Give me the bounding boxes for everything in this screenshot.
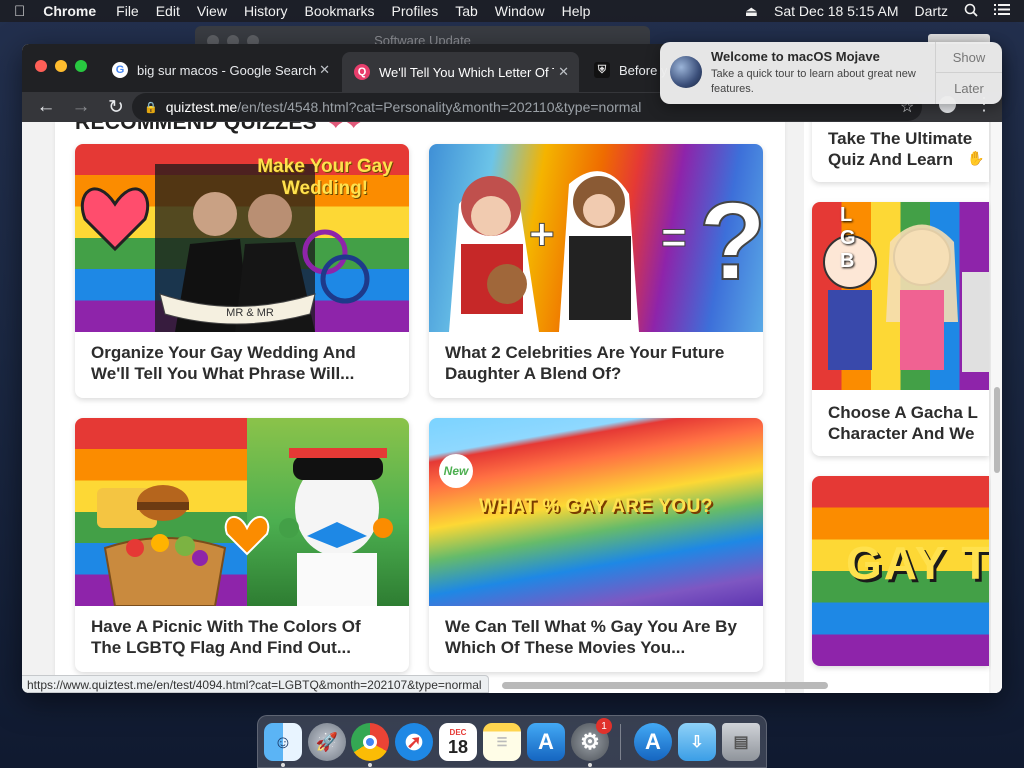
link-status-bar: https://www.quiztest.me/en/test/4094.htm… [22, 675, 489, 693]
menu-profiles[interactable]: Profiles [392, 3, 439, 19]
quiz-card-celebrity-daughter[interactable]: + = ? What 2 Celebrities Are Your Future… [429, 144, 763, 398]
quiz-card-gay-wedding[interactable]: Make Your Gay Wedding! MR & MR Organize … [75, 144, 409, 398]
sidebar-card-title-line2: Quiz And Learn [828, 150, 953, 169]
chrome-icon[interactable] [351, 723, 389, 761]
quiz-card-title: What 2 Celebrities Are Your Future Daugh… [445, 343, 725, 383]
quiz-thumbnail: Make Your Gay Wedding! MR & MR [75, 144, 409, 332]
apple-icon[interactable]:  [14, 3, 25, 20]
banner-caption: MR & MR [226, 307, 274, 319]
notification-title: Welcome to macOS Mojave [711, 49, 880, 64]
menu-view[interactable]: View [197, 3, 227, 19]
section-heading: RECOMMEND QUIZZES ❤❤ [75, 122, 363, 135]
vertical-scroll-thumb[interactable] [994, 387, 1000, 473]
mojave-icon [670, 56, 702, 88]
sidebar-card-ultimate-quiz[interactable]: Take The Ultimate Quiz And Learn [812, 122, 989, 182]
shield-icon: ⛨ [594, 62, 610, 78]
quiz-thumbnail: + = ? [429, 144, 763, 332]
quiz-card-title: We Can Tell What % Gay You Are By Which … [445, 617, 737, 657]
prefs-running-dot [588, 763, 592, 767]
quiz-thumbnail: L G B [812, 202, 989, 390]
chrome-window: G big sur macos - Google Search ✕ Q We'l… [22, 44, 1002, 693]
menu-tab[interactable]: Tab [455, 3, 478, 19]
window-minimize-button[interactable] [55, 60, 67, 72]
lock-icon[interactable]: 🔒 [144, 101, 158, 114]
tab-title: We'll Tell You Which Letter Of T [379, 64, 554, 80]
reload-icon[interactable]: ↻ [105, 96, 127, 119]
sidebar-card-title-line2: Character And We [828, 424, 975, 443]
finder-icon[interactable]: ☺ [264, 723, 302, 761]
thumbnail-caption: L G B [840, 204, 900, 272]
sidebar-card-gay-test[interactable]: GAY TE [812, 476, 989, 666]
quiz-card-title: Organize Your Gay Wedding And We'll Tell… [91, 343, 356, 383]
tab-quiztest[interactable]: Q We'll Tell You Which Letter Of T ✕ [342, 52, 579, 92]
quiztest-icon: Q [354, 64, 370, 80]
google-icon: G [112, 62, 128, 78]
url-path: /en/test/4548.html?cat=Personality&month… [237, 99, 642, 115]
menu-edit[interactable]: Edit [156, 3, 180, 19]
menu-bar:  Chrome File Edit View History Bookmark… [0, 0, 1024, 22]
menu-file[interactable]: File [116, 3, 139, 19]
back-arrow-icon[interactable]: ← [35, 96, 57, 118]
downloads-folder-icon[interactable]: ⇩ [678, 723, 716, 761]
quiz-card-gay-percent[interactable]: New WHAT % GAY ARE YOU? We Can Tell What… [429, 418, 763, 672]
calendar-icon[interactable]: DEC 18 [439, 723, 477, 761]
dock: ☺ 🚀 ➚ DEC 18 ☰ A ⚙ 1 A ⇩ ▤ [257, 715, 767, 768]
tab-title: big sur macos - Google Search [137, 62, 317, 78]
notes-icon[interactable]: ☰ [483, 723, 521, 761]
page-viewport: RECOMMEND QUIZZES ❤❤ Make Your Gay Weddin… [22, 122, 1002, 693]
menu-clock[interactable]: Sat Dec 18 5:15 AM [774, 3, 899, 19]
tab-google-search[interactable]: G big sur macos - Google Search ✕ [100, 54, 340, 86]
sidebar: Take The Ultimate Quiz And Learn L G B C… [804, 122, 989, 693]
thumbnail-caption: GAY TE [846, 537, 989, 589]
thumbnail-caption: Make Your Gay Wedding! [257, 156, 393, 199]
chrome-running-dot [368, 763, 372, 767]
app-store-icon[interactable]: A [527, 723, 565, 761]
svg-text:?: ? [699, 180, 763, 303]
hearts-icon: ❤❤ [326, 122, 363, 134]
safari-icon[interactable]: ➚ [395, 723, 433, 761]
control-strip-icon[interactable] [994, 3, 1010, 19]
menu-window[interactable]: Window [495, 3, 545, 19]
forward-arrow-icon[interactable]: → [70, 96, 92, 118]
applications-folder-icon[interactable]: A [634, 723, 672, 761]
url-host: quiztest.me [165, 99, 238, 115]
notification-banner[interactable]: Welcome to macOS Mojave Take a quick tou… [660, 42, 1002, 104]
notification-badge: 1 [596, 718, 612, 734]
eject-icon[interactable]: ⏏ [745, 3, 758, 20]
window-close-button[interactable] [35, 60, 47, 72]
menu-user[interactable]: Dartz [915, 3, 948, 19]
close-tab-icon[interactable]: ✕ [558, 64, 569, 80]
horizontal-scroll-thumb[interactable] [502, 682, 828, 689]
calendar-month: DEC [449, 727, 467, 737]
sidebar-card-title-line1: Choose A Gacha L [828, 403, 978, 422]
spotlight-search-icon[interactable] [964, 3, 978, 20]
menu-bookmarks[interactable]: Bookmarks [305, 3, 375, 19]
mouse-cursor-icon: ✋ [967, 150, 985, 166]
menu-help[interactable]: Help [562, 3, 591, 19]
menu-app-name[interactable]: Chrome [43, 3, 96, 19]
notification-body: Take a quick tour to learn about great n… [711, 68, 916, 95]
svg-text:=: = [661, 213, 687, 262]
svg-text:+: + [529, 210, 555, 259]
menu-history[interactable]: History [244, 3, 288, 19]
notification-later-button[interactable]: Later [936, 73, 1002, 104]
new-badge: New [439, 454, 473, 488]
sidebar-card-gacha[interactable]: L G B Choose A Gacha L Character And We [812, 202, 989, 456]
quiz-thumbnail [75, 418, 409, 606]
vertical-scrollbar[interactable] [991, 122, 1002, 693]
quiz-thumbnail: New WHAT % GAY ARE YOU? [429, 418, 763, 606]
quiz-card-title: Have A Picnic With The Colors Of The LGB… [91, 617, 361, 657]
window-zoom-button[interactable] [75, 60, 87, 72]
close-tab-icon[interactable]: ✕ [319, 62, 330, 78]
finder-running-dot [281, 763, 285, 767]
notification-show-button[interactable]: Show [936, 42, 1002, 73]
quiz-card-lgbtq-picnic[interactable]: Have A Picnic With The Colors Of The LGB… [75, 418, 409, 672]
calendar-day: 18 [447, 736, 469, 757]
sidebar-card-title-line1: Take The Ultimate [828, 129, 973, 148]
trash-icon[interactable]: ▤ [722, 723, 760, 761]
dock-divider [620, 724, 621, 760]
thumbnail-caption: WHAT % GAY ARE YOU? [478, 496, 713, 517]
launchpad-icon[interactable]: 🚀 [308, 723, 346, 761]
